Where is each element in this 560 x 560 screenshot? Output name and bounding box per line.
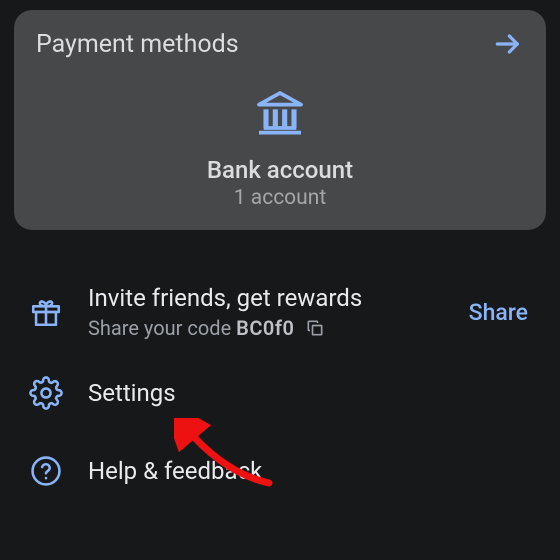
invite-title: Invite friends, get rewards [88,284,469,312]
gift-icon [26,295,66,329]
card-header: Payment methods [36,28,524,60]
bank-account-count: 1 account [234,186,326,210]
gear-icon [26,376,66,410]
copy-icon[interactable] [299,316,325,340]
help-icon [26,454,66,488]
help-feedback-row[interactable]: Help & feedback [0,432,560,510]
bank-icon [252,86,308,142]
share-button[interactable]: Share [469,299,534,326]
payment-methods-card[interactable]: Payment methods Bank account 1 account [14,10,546,230]
settings-row[interactable]: Settings [0,354,560,432]
invite-code: BC0f0 [236,316,294,340]
settings-label: Settings [88,379,534,407]
invite-friends-row[interactable]: Invite friends, get rewards Share your c… [0,270,560,354]
invite-sub-prefix: Share your code [88,316,236,340]
bank-account-label: Bank account [207,156,353,184]
payment-methods-title: Payment methods [36,30,239,59]
help-label: Help & feedback [88,457,534,485]
bank-account-item[interactable]: Bank account 1 account [36,86,524,210]
menu: Invite friends, get rewards Share your c… [0,270,560,510]
arrow-right-icon[interactable] [492,28,524,60]
invite-subtitle: Share your code BC0f0 [88,316,469,340]
